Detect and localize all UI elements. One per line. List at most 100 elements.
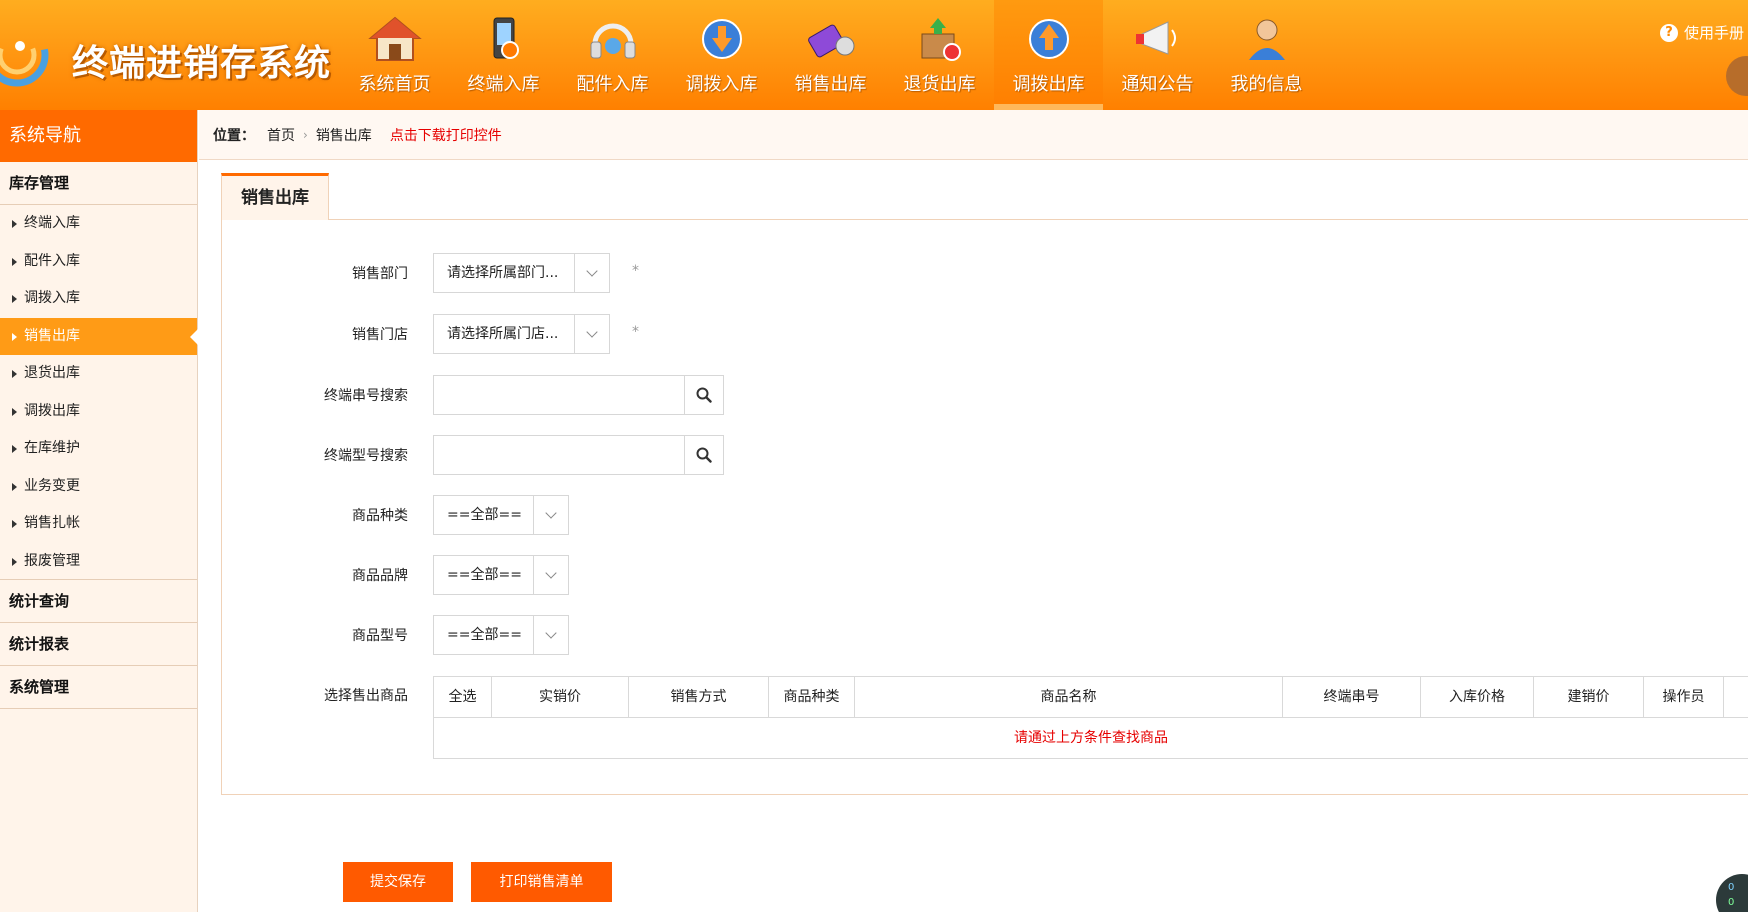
column-header: 商品名称 — [855, 677, 1283, 717]
column-header: 操作员 — [1644, 677, 1724, 717]
help-manual-link[interactable]: ? 使用手册 — [1660, 22, 1744, 43]
chevron-down-icon — [574, 254, 609, 292]
select-all-header[interactable]: 全选 — [434, 677, 492, 717]
sidebar-item-label: 业务变更 — [24, 477, 80, 494]
sidebar-item-label: 调拨入库 — [24, 290, 80, 306]
category-select-value: ==全部== — [447, 507, 522, 523]
nav-label: 我的信息 — [1230, 74, 1303, 95]
sidebar-item-label: 配件入库 — [24, 252, 80, 269]
sidebar-item-return-out[interactable]: 退货出库 — [0, 355, 197, 393]
sidebar-item-label: 调拨出库 — [24, 402, 80, 419]
sidebar-item-sales-out[interactable]: 销售出库 — [0, 317, 198, 355]
store-label: 销售门店 — [352, 327, 408, 343]
sidebar-group-inventory[interactable]: 库存管理 — [0, 162, 197, 205]
sidebar: 系统导航 库存管理 终端入库 配件入库 调拨入库 销售出库 退货出库 调拨出库 … — [0, 110, 198, 912]
dept-label: 销售部门 — [352, 266, 408, 282]
sidebar-group-stats-query[interactable]: 统计查询 — [0, 580, 197, 623]
download-print-plugin-link[interactable]: 点击下载打印控件 — [390, 125, 502, 145]
nav-label: 销售出库 — [794, 74, 867, 95]
sidebar-group-system[interactable]: 系统管理 — [0, 666, 197, 709]
nav-label: 终端入库 — [467, 74, 540, 95]
column-header: 销售方式 — [629, 677, 769, 717]
chevron-down-icon — [533, 496, 568, 534]
caret-right-icon — [12, 557, 17, 566]
caret-right-icon — [12, 370, 17, 378]
nav-notice[interactable]: 通知公告 — [1103, 0, 1212, 110]
brand-select[interactable]: ==全部== — [433, 555, 569, 595]
sidebar-item-label: 报废管理 — [24, 552, 80, 569]
submit-save-button[interactable]: 提交保存 — [343, 862, 453, 902]
nav-home[interactable]: 系统首页 — [340, 0, 449, 110]
select-goods-label: 选择售出商品 — [324, 688, 408, 704]
sidebar-item-label: 销售扎帐 — [24, 515, 80, 531]
sidebar-item-stock-maintenance[interactable]: 在库维护 — [0, 430, 197, 468]
nav-label: 配件入库 — [576, 74, 649, 95]
sidebar-item-label: 销售出库 — [24, 327, 80, 344]
caret-right-icon — [12, 482, 17, 491]
brand-label: 商品品牌 — [352, 568, 408, 584]
breadcrumb-label: 位置： — [213, 127, 255, 144]
headset-icon — [590, 23, 636, 59]
floating-widget[interactable]: 0 0 — [1716, 874, 1748, 912]
sidebar-item-label: 终端入库 — [24, 215, 80, 231]
print-sales-list-button[interactable]: 打印销售清单 — [471, 862, 612, 902]
logo-swirl-icon — [0, 23, 49, 87]
model-search-box — [433, 435, 724, 475]
dept-select-value: 请选择所属部门... — [447, 265, 559, 281]
top-nav: 系统首页 终端入库 配件入库 调拨入库 销售出库 退货出库 调拨出库 通知公告 … — [340, 0, 1321, 110]
breadcrumb-home[interactable]: 首页 — [267, 125, 295, 145]
model-search-label: 终端型号搜索 — [324, 448, 408, 464]
column-header: 实销价 — [492, 677, 629, 717]
nav-accessory-in[interactable]: 配件入库 — [558, 0, 667, 110]
tab-sales-out[interactable]: 销售出库 — [221, 173, 329, 220]
nav-label: 退货出库 — [903, 74, 976, 95]
goods-model-select-value: ==全部== — [447, 627, 522, 643]
sidebar-item-transfer-out[interactable]: 调拨出库 — [0, 393, 197, 431]
nav-return-out[interactable]: 退货出库 — [885, 0, 994, 110]
nav-sales-out[interactable]: 销售出库 — [776, 0, 885, 110]
serial-search-input[interactable] — [434, 376, 684, 414]
house-icon — [368, 16, 422, 61]
nav-terminal-in[interactable]: 终端入库 — [449, 0, 558, 110]
nav-label: 调拨出库 — [1012, 74, 1085, 95]
dept-select[interactable]: 请选择所属部门... — [433, 253, 610, 293]
header-toggle-button[interactable] — [1726, 56, 1748, 96]
phone-in-icon — [493, 17, 519, 59]
transfer-out-icon — [1029, 19, 1069, 59]
return-box-icon — [921, 18, 961, 61]
sidebar-group-stats-report[interactable]: 统计报表 — [0, 623, 197, 666]
store-select[interactable]: 请选择所属门店... — [433, 314, 610, 354]
serial-search-button[interactable] — [684, 376, 723, 414]
sales-out-icon — [808, 24, 855, 58]
nav-transfer-out[interactable]: 调拨出库 — [994, 0, 1103, 110]
caret-right-icon — [12, 257, 17, 266]
sidebar-item-business-change[interactable]: 业务变更 — [0, 468, 197, 506]
model-search-button[interactable] — [684, 436, 723, 474]
sidebar-item-label: 退货出库 — [24, 365, 80, 381]
user-icon — [1249, 19, 1285, 60]
model-search-input[interactable] — [434, 436, 684, 474]
goods-model-select[interactable]: ==全部== — [433, 615, 569, 655]
serial-search-label: 终端串号搜索 — [324, 388, 408, 404]
app-title: 终端进销存系统 — [72, 43, 332, 84]
sidebar-item-transfer-in[interactable]: 调拨入库 — [0, 280, 197, 318]
caret-right-icon — [12, 332, 17, 341]
search-icon — [696, 387, 712, 403]
category-select[interactable]: ==全部== — [433, 495, 569, 535]
sidebar-item-sales-closing[interactable]: 销售扎帐 — [0, 505, 197, 543]
goods-model-label: 商品型号 — [352, 628, 408, 644]
required-mark: * — [632, 324, 639, 340]
sidebar-item-accessory-in[interactable]: 配件入库 — [0, 243, 197, 281]
chevron-down-icon — [533, 556, 568, 594]
top-header: 终端进销存系统 系统首页 终端入库 配件入库 调拨入库 销售出库 退货出库 调拨… — [0, 0, 1748, 110]
float-widget-bottom: 0 — [1728, 897, 1735, 908]
breadcrumb-current: 销售出库 — [315, 127, 372, 144]
column-header: 入库价格 — [1421, 677, 1534, 717]
sidebar-item-terminal-in[interactable]: 终端入库 — [0, 205, 197, 243]
caret-right-icon — [12, 520, 17, 528]
sidebar-item-scrap[interactable]: 报废管理 — [0, 543, 197, 580]
column-header: 建销价 — [1534, 677, 1644, 717]
nav-transfer-in[interactable]: 调拨入库 — [667, 0, 776, 110]
nav-my-info[interactable]: 我的信息 — [1212, 0, 1321, 110]
serial-search-box — [433, 375, 724, 415]
